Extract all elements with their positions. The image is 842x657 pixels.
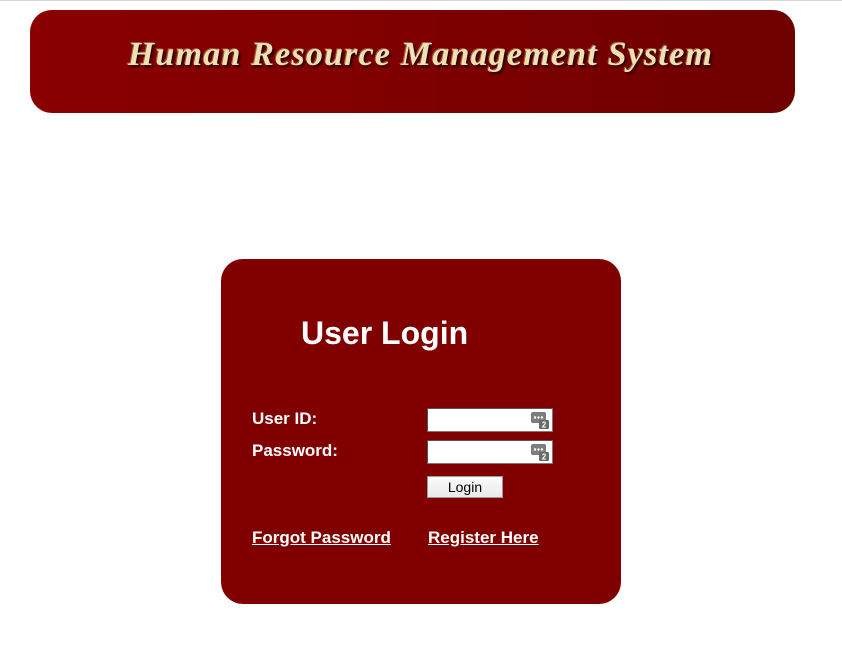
svg-text:2: 2 xyxy=(542,421,547,430)
login-title: User Login xyxy=(301,315,469,351)
login-button[interactable]: Login xyxy=(427,476,503,498)
userid-label: User ID: xyxy=(252,409,318,428)
register-link[interactable]: Register Here xyxy=(428,528,539,548)
password-manager-icon[interactable]: 2 xyxy=(531,411,549,429)
app-title: Human Resource Management System xyxy=(127,36,714,73)
password-manager-icon[interactable]: 2 xyxy=(531,443,549,461)
header-banner: Human Resource Management System xyxy=(30,10,795,113)
password-label: Password: xyxy=(252,441,338,460)
svg-text:2: 2 xyxy=(542,453,547,462)
top-divider xyxy=(0,0,842,1)
forgot-password-link[interactable]: Forgot Password xyxy=(252,528,391,548)
login-panel: User Login User ID: 2 Password: 2 Login … xyxy=(221,259,621,604)
